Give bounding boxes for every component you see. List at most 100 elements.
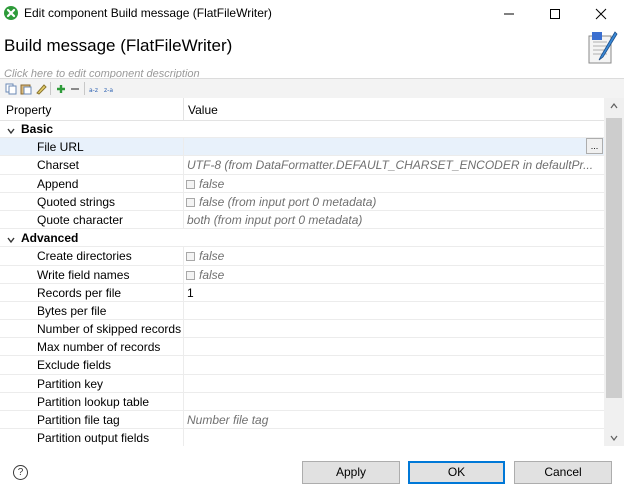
column-divider — [183, 265, 184, 283]
property-row[interactable]: Exclude fields — [0, 356, 604, 375]
property-value[interactable]: false — [199, 268, 609, 282]
column-divider — [183, 301, 184, 320]
scroll-thumb[interactable] — [606, 118, 622, 398]
component-description-field[interactable]: Click here to edit component description — [4, 67, 200, 78]
add-icon[interactable] — [55, 82, 67, 94]
toolbar-separator — [50, 82, 51, 95]
column-divider — [183, 320, 184, 338]
column-divider — [183, 374, 184, 392]
dialog-footer: ? Apply OK Cancel — [0, 446, 624, 500]
ok-button[interactable]: OK — [408, 461, 505, 484]
property-row[interactable]: Quoted strings false (from input port 0 m… — [0, 192, 604, 211]
sort-za-icon[interactable]: z-a — [104, 82, 118, 94]
column-divider — [183, 192, 184, 210]
paste-icon[interactable] — [20, 82, 32, 95]
scroll-up-button[interactable] — [604, 98, 624, 114]
checkbox-icon[interactable] — [186, 270, 195, 280]
minimize-icon — [504, 13, 514, 15]
property-row[interactable]: Create directories false — [0, 247, 604, 266]
property-label: Partition file tag — [37, 413, 120, 427]
property-label: Write field names — [37, 267, 130, 282]
properties-toolbar: a-z z-a — [0, 78, 624, 99]
column-divider — [183, 338, 184, 356]
scroll-down-button[interactable] — [604, 430, 624, 446]
property-row[interactable]: Bytes per file — [0, 301, 604, 321]
close-button[interactable] — [578, 0, 624, 27]
property-row[interactable]: Write field names false — [0, 265, 604, 284]
property-label: Number of skipped records — [37, 322, 182, 337]
property-table: Property Value Basic File URL... Charset UT… — [0, 98, 624, 446]
svg-text:z-a: z-a — [104, 87, 113, 94]
sort-az-icon[interactable]: a-z — [89, 82, 103, 94]
column-header-property[interactable]: Property — [6, 103, 51, 117]
property-row[interactable]: Quote character both (from input port 0 m… — [0, 210, 604, 230]
property-row[interactable]: Partition lookup table — [0, 392, 604, 411]
chevron-up-icon — [610, 103, 618, 109]
property-value[interactable]: false (from input port 0 metadata) — [199, 195, 609, 209]
category-row-advanced[interactable]: Advanced — [0, 229, 604, 248]
property-row[interactable]: Partition file tag Number file tag — [0, 411, 604, 430]
property-row[interactable]: Records per file 1 — [0, 283, 604, 302]
title-bar[interactable]: Edit component Build message (FlatFileWr… — [0, 0, 624, 27]
property-row[interactable]: File URL... — [0, 138, 604, 157]
column-divider — [183, 210, 184, 229]
property-label: Partition lookup table — [37, 394, 150, 409]
apply-button[interactable]: Apply — [302, 461, 400, 484]
minimize-button[interactable] — [486, 0, 532, 27]
component-title: Build message (FlatFileWriter) — [4, 36, 233, 55]
column-divider[interactable] — [183, 98, 184, 120]
property-label: Quoted strings — [37, 194, 116, 209]
property-label: Partition output fields — [37, 431, 150, 446]
clear-icon[interactable] — [35, 82, 47, 95]
chevron-down-icon[interactable] — [6, 123, 16, 135]
table-header: Property Value — [0, 98, 604, 121]
column-divider — [183, 138, 184, 156]
maximize-button[interactable] — [532, 0, 578, 27]
property-label: Exclude fields — [37, 358, 112, 373]
property-row[interactable]: Partition output fields — [0, 429, 604, 446]
property-label: Charset — [37, 158, 80, 173]
property-label: Append — [37, 176, 79, 191]
property-value[interactable]: both (from input port 0 metadata) — [187, 213, 597, 227]
column-divider — [183, 174, 184, 192]
browse-button[interactable]: ... — [586, 138, 603, 155]
copy-icon[interactable] — [5, 82, 17, 95]
toolbar-separator — [84, 82, 85, 95]
property-label: Records per file — [37, 285, 122, 300]
property-value[interactable]: Number file tag — [187, 413, 597, 427]
checkbox-icon[interactable] — [186, 179, 195, 189]
property-label: Bytes per file — [37, 303, 107, 318]
property-row[interactable]: Max number of records — [0, 338, 604, 357]
property-row[interactable]: Number of skipped records — [0, 320, 604, 339]
remove-icon[interactable] — [69, 82, 81, 94]
cancel-button[interactable]: Cancel — [514, 461, 612, 484]
column-divider — [183, 283, 184, 301]
category-label: Advanced — [21, 231, 79, 246]
property-row[interactable]: Charset UTF-8 (from DataFormatter.DEFAULT… — [0, 156, 604, 175]
checkbox-icon[interactable] — [186, 197, 195, 207]
column-divider — [183, 392, 184, 410]
column-divider — [183, 247, 184, 265]
property-rows: Basic File URL... Charset UTF-8 (from DataF… — [0, 120, 604, 446]
chevron-down-icon — [610, 435, 618, 441]
category-row-basic[interactable]: Basic — [0, 120, 604, 139]
vertical-scrollbar[interactable] — [604, 98, 624, 446]
column-divider — [183, 411, 184, 429]
maximize-icon — [550, 9, 560, 19]
property-value[interactable]: false — [199, 249, 609, 263]
property-label: File URL — [37, 140, 84, 155]
property-row[interactable]: Append false — [0, 174, 604, 193]
property-value[interactable]: UTF-8 (from DataFormatter.DEFAULT_CHARSE… — [187, 158, 597, 172]
property-row[interactable]: Partition key — [0, 374, 604, 393]
column-header-value[interactable]: Value — [188, 103, 218, 117]
help-icon[interactable]: ? — [13, 465, 28, 480]
column-divider — [183, 156, 184, 174]
chevron-down-icon[interactable] — [6, 232, 16, 244]
svg-text:a-z: a-z — [89, 87, 98, 94]
property-value[interactable]: 1 — [187, 286, 597, 300]
property-label: Create directories — [37, 249, 132, 264]
window-title: Edit component Build message (FlatFileWr… — [24, 6, 272, 20]
dialog-window: Edit component Build message (FlatFileWr… — [0, 0, 624, 500]
property-value[interactable]: false — [199, 177, 609, 191]
checkbox-icon[interactable] — [186, 252, 195, 262]
